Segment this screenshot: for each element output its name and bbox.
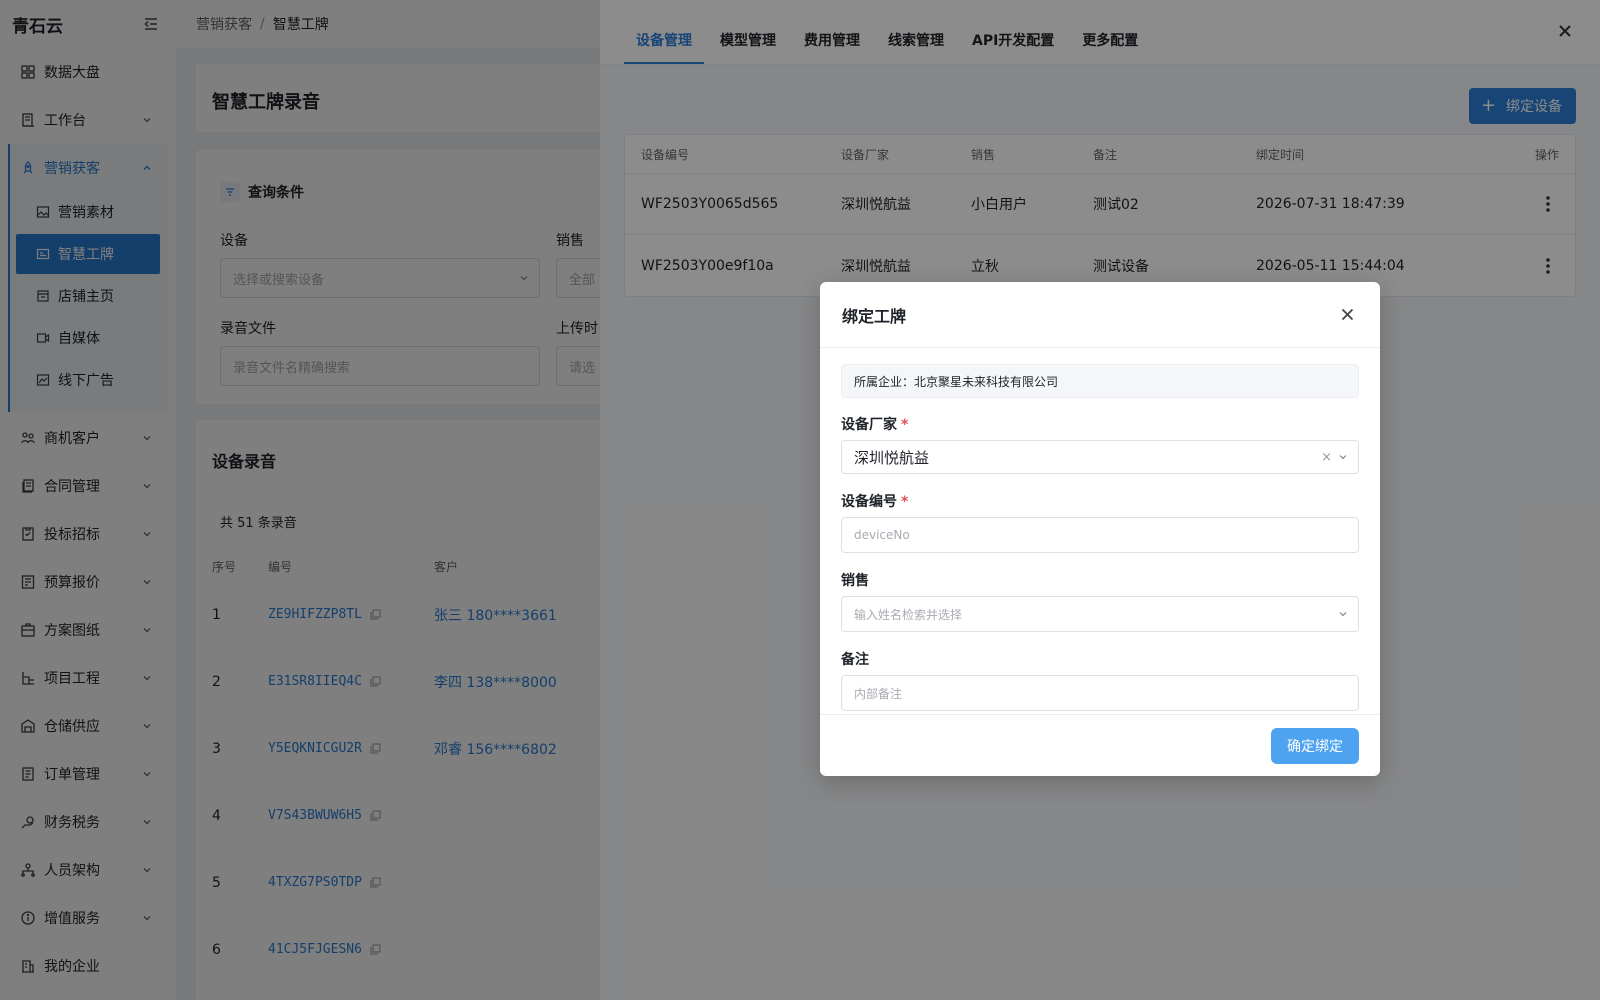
company-info: 所属企业：北京聚星未来科技有限公司 bbox=[841, 364, 1359, 398]
dialog-body: 所属企业：北京聚星未来科技有限公司 设备厂家 * 深圳悦航益 × 设备编号 * de… bbox=[820, 348, 1380, 711]
remark-placeholder: 内部备注 bbox=[854, 686, 903, 701]
device-no-placeholder: deviceNo bbox=[854, 528, 910, 542]
sales-label-text: 销售 bbox=[841, 573, 869, 589]
device-no-input[interactable]: deviceNo bbox=[841, 517, 1359, 553]
dialog-footer: 确定绑定 bbox=[820, 714, 1380, 776]
sales-select[interactable]: 输入姓名检索并选择 bbox=[841, 596, 1359, 632]
dialog-title: 绑定工牌 bbox=[842, 306, 907, 326]
vendor-select[interactable]: 深圳悦航益 × bbox=[841, 440, 1359, 474]
remark-label-text: 备注 bbox=[841, 652, 869, 668]
required-mark: * bbox=[901, 494, 909, 510]
sales-select-placeholder: 输入姓名检索并选择 bbox=[854, 607, 963, 622]
confirm-bind-button[interactable]: 确定绑定 bbox=[1271, 727, 1359, 764]
vendor-select-value: 深圳悦航益 bbox=[854, 448, 930, 467]
device-no-label: 设备编号 * bbox=[841, 491, 1359, 510]
sales-label: 销售 bbox=[841, 570, 1359, 589]
vendor-label-text: 设备厂家 bbox=[841, 417, 897, 433]
vendor-label: 设备厂家 * bbox=[841, 414, 1359, 433]
required-mark: * bbox=[901, 417, 909, 433]
remark-input[interactable]: 内部备注 bbox=[841, 675, 1359, 711]
close-icon[interactable] bbox=[1341, 308, 1354, 321]
chevron-down-icon bbox=[1338, 452, 1348, 462]
bind-badge-dialog: 绑定工牌 所属企业：北京聚星未来科技有限公司 设备厂家 * 深圳悦航益 × 设备编… bbox=[820, 282, 1380, 776]
remark-label: 备注 bbox=[841, 649, 1359, 668]
dialog-header: 绑定工牌 bbox=[820, 282, 1380, 348]
clear-icon[interactable]: × bbox=[1321, 450, 1332, 465]
chevron-down-icon bbox=[1338, 609, 1348, 619]
device-no-label-text: 设备编号 bbox=[841, 494, 897, 510]
